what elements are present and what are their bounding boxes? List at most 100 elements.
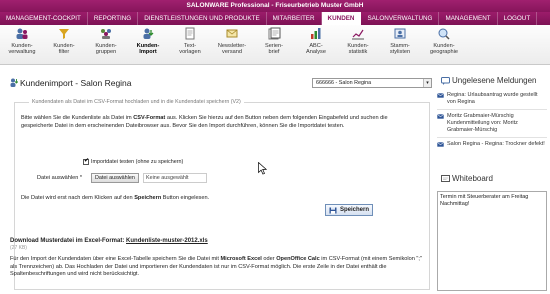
tool-label: Kunden- Import xyxy=(136,43,160,55)
tool-kundenverwaltung[interactable]: Kunden- verwaltung xyxy=(2,27,42,55)
messages-panel-title: Ungelesene Meldungen xyxy=(441,76,537,85)
message-text: Salon Regina - Regina: Trockner defekt! xyxy=(447,141,545,147)
stylist-icon xyxy=(394,28,406,39)
messages-list: Regina: Urlaubsantrag wurde gestellt von… xyxy=(437,92,547,151)
nav-item-logout[interactable]: LOGOUT xyxy=(498,12,538,25)
download-file-size: (27 KB) xyxy=(10,245,27,251)
whiteboard-title: Whiteboard xyxy=(452,174,493,183)
tool-newsletterversand[interactable]: Newsletter- versand xyxy=(212,27,252,55)
main-nav: MANAGEMENT-COCKPIT REPORTING DIENSTLEIST… xyxy=(0,12,550,25)
message-item[interactable]: Salon Regina - Regina: Trockner defekt! xyxy=(437,141,547,148)
save-button-label: Speichern xyxy=(340,207,370,213)
nav-item-management[interactable]: MANAGEMENT xyxy=(439,12,498,25)
message-item[interactable]: Regina: Urlaubsantrag wurde gestellt von… xyxy=(437,92,547,106)
tool-kundengruppen[interactable]: Kunden- gruppen xyxy=(86,27,126,55)
tool-kundenimport[interactable]: Kunden- Import xyxy=(128,27,168,55)
tool-label: Kunden- statistik xyxy=(347,43,369,55)
message-item[interactable]: Moritz Grabmaier-Mürschig Kundenmitteilu… xyxy=(437,113,547,134)
nav-item-kunden[interactable]: KUNDEN xyxy=(321,12,362,25)
envelope-icon xyxy=(437,142,444,147)
test-import-label: Importdatei testen (ohne zu speichern) xyxy=(91,159,184,165)
test-import-checkbox[interactable] xyxy=(83,157,89,165)
choose-file-button[interactable]: Datei auswählen xyxy=(91,173,139,183)
tool-label: Serien- brief xyxy=(264,43,284,55)
import-icon xyxy=(10,78,18,87)
download-heading: Download Musterdatei im Excel-Format: Ku… xyxy=(10,238,430,244)
tool-label: Stamm- stylisten xyxy=(389,43,411,55)
dl-text-2: oder xyxy=(261,256,277,262)
app-title-bar: SALONWARE Professional - Friseurbetrieb … xyxy=(0,0,550,12)
tool-label: Text- vorlagen xyxy=(179,43,201,55)
salon-select-value: 666666 - Salon Regina xyxy=(316,80,372,86)
sub-toolbar: Kunden- verwaltung Kunden- filter Kunden… xyxy=(0,25,550,65)
download-instructions: Für den Import der Kundendaten über eine… xyxy=(10,256,430,279)
whiteboard-icon xyxy=(441,174,450,182)
selected-file-name: Keine ausgewählt xyxy=(143,173,207,183)
message-text: Moritz Grabmaier-Mürschig Kundenmitteilu… xyxy=(447,113,518,133)
groups-icon xyxy=(101,29,111,39)
page-title: Kundenimport - Salon Regina xyxy=(20,78,132,88)
fieldset-legend: Kundendaten als Datei im CSV-Format hoch… xyxy=(29,99,244,105)
hint-text-1: Die Datei wird erst nach dem Klicken auf… xyxy=(21,195,135,201)
tool-label: Newsletter- versand xyxy=(217,43,247,55)
tool-stammstylisten[interactable]: Stamm- stylisten xyxy=(380,27,420,55)
envelope-icon xyxy=(437,114,444,119)
intro-text-1: Bitte wählen Sie die Kundenliste als Dat… xyxy=(21,115,134,121)
download-section: Download Musterdatei im Excel-Format: Ku… xyxy=(10,238,430,279)
customers-icon xyxy=(16,28,28,39)
import-icon xyxy=(143,28,154,39)
sidebar: Ungelesene Meldungen Regina: Urlaubsantr… xyxy=(433,66,550,294)
divider xyxy=(437,109,547,110)
nav-item-salonverwaltung[interactable]: SALONVERWALTUNG xyxy=(361,12,440,25)
tool-label: Kunden- verwaltung xyxy=(8,43,36,55)
tool-label: Kunden- gruppen xyxy=(95,43,117,55)
download-sample-link[interactable]: Kundenliste-muster-2012.xls xyxy=(126,238,208,244)
intro-text-bold: CSV-Format xyxy=(133,115,166,121)
messages-icon xyxy=(441,76,450,85)
messages-title: Ungelesene Meldungen xyxy=(452,76,537,85)
whiteboard-textarea[interactable]: Termin mit Steuerberater am Freitag Nach… xyxy=(437,191,547,291)
envelope-icon xyxy=(437,93,444,98)
newsletter-icon xyxy=(226,29,238,38)
filter-icon xyxy=(59,29,69,39)
save-button[interactable]: Speichern xyxy=(325,204,373,216)
nav-item-management-cockpit[interactable]: MANAGEMENT-COCKPIT xyxy=(0,12,88,25)
mouse-cursor-icon xyxy=(258,162,267,175)
floppy-disk-icon xyxy=(329,207,337,214)
tool-serienbrief[interactable]: Serien- brief xyxy=(254,27,294,55)
nav-item-mitarbeiter[interactable]: MITARBEITER xyxy=(267,12,322,25)
app-title: SALONWARE Professional - Friseurbetrieb … xyxy=(186,2,364,9)
tool-label: Kunden- geographie xyxy=(430,43,458,55)
save-hint: Die Datei wird erst nach dem Klicken auf… xyxy=(21,195,209,201)
letter-icon xyxy=(268,27,281,40)
geography-icon xyxy=(438,28,450,40)
hint-text-bold: Speichern xyxy=(134,195,162,201)
tool-kundenstatistik[interactable]: Kunden- statistik xyxy=(338,27,378,55)
nav-item-reporting[interactable]: REPORTING xyxy=(88,12,139,25)
dl-text-1: Für den Import der Kundendaten über eine… xyxy=(10,256,221,262)
tool-textvorlagen[interactable]: Text- vorlagen xyxy=(170,27,210,55)
statistics-icon xyxy=(352,29,364,40)
page-header: Kundenimport - Salon Regina 666666 - Sal… xyxy=(10,78,432,90)
tool-label: ABC- Analyse xyxy=(306,43,326,55)
dl-text-openoffice: OpenOffice Calc xyxy=(276,256,320,262)
divider xyxy=(437,137,547,138)
tool-abc-analyse[interactable]: ABC- Analyse xyxy=(296,27,336,55)
tool-label: Kunden- filter xyxy=(53,43,75,55)
whiteboard-panel-title: Whiteboard xyxy=(441,174,493,183)
dl-text-excel: Microsoft Excel xyxy=(220,256,262,262)
message-text: Regina: Urlaubsantrag wurde gestellt von… xyxy=(447,92,538,105)
import-instructions: Bitte wählen Sie die Kundenliste als Dat… xyxy=(21,115,421,130)
text-template-icon xyxy=(185,27,195,40)
chevron-down-icon: ▾ xyxy=(423,79,431,87)
file-label: Datei auswählen * xyxy=(37,175,83,181)
hint-text-2: Button eingelesen. xyxy=(161,195,210,201)
salon-select[interactable]: 666666 - Salon Regina ▾ xyxy=(312,78,432,88)
tool-kundengeographie[interactable]: Kunden- geographie xyxy=(422,27,466,55)
test-import-row: Importdatei testen (ohne zu speichern) xyxy=(83,157,184,166)
main-content: Kundenimport - Salon Regina 666666 - Sal… xyxy=(0,66,432,294)
download-heading-text: Download Musterdatei im Excel-Format: xyxy=(10,238,127,244)
tool-kundenfilter[interactable]: Kunden- filter xyxy=(44,27,84,55)
nav-item-dienstleistungen[interactable]: DIENSTLEISTUNGEN UND PRODUKTE xyxy=(138,12,267,25)
abc-analysis-icon xyxy=(311,28,321,39)
